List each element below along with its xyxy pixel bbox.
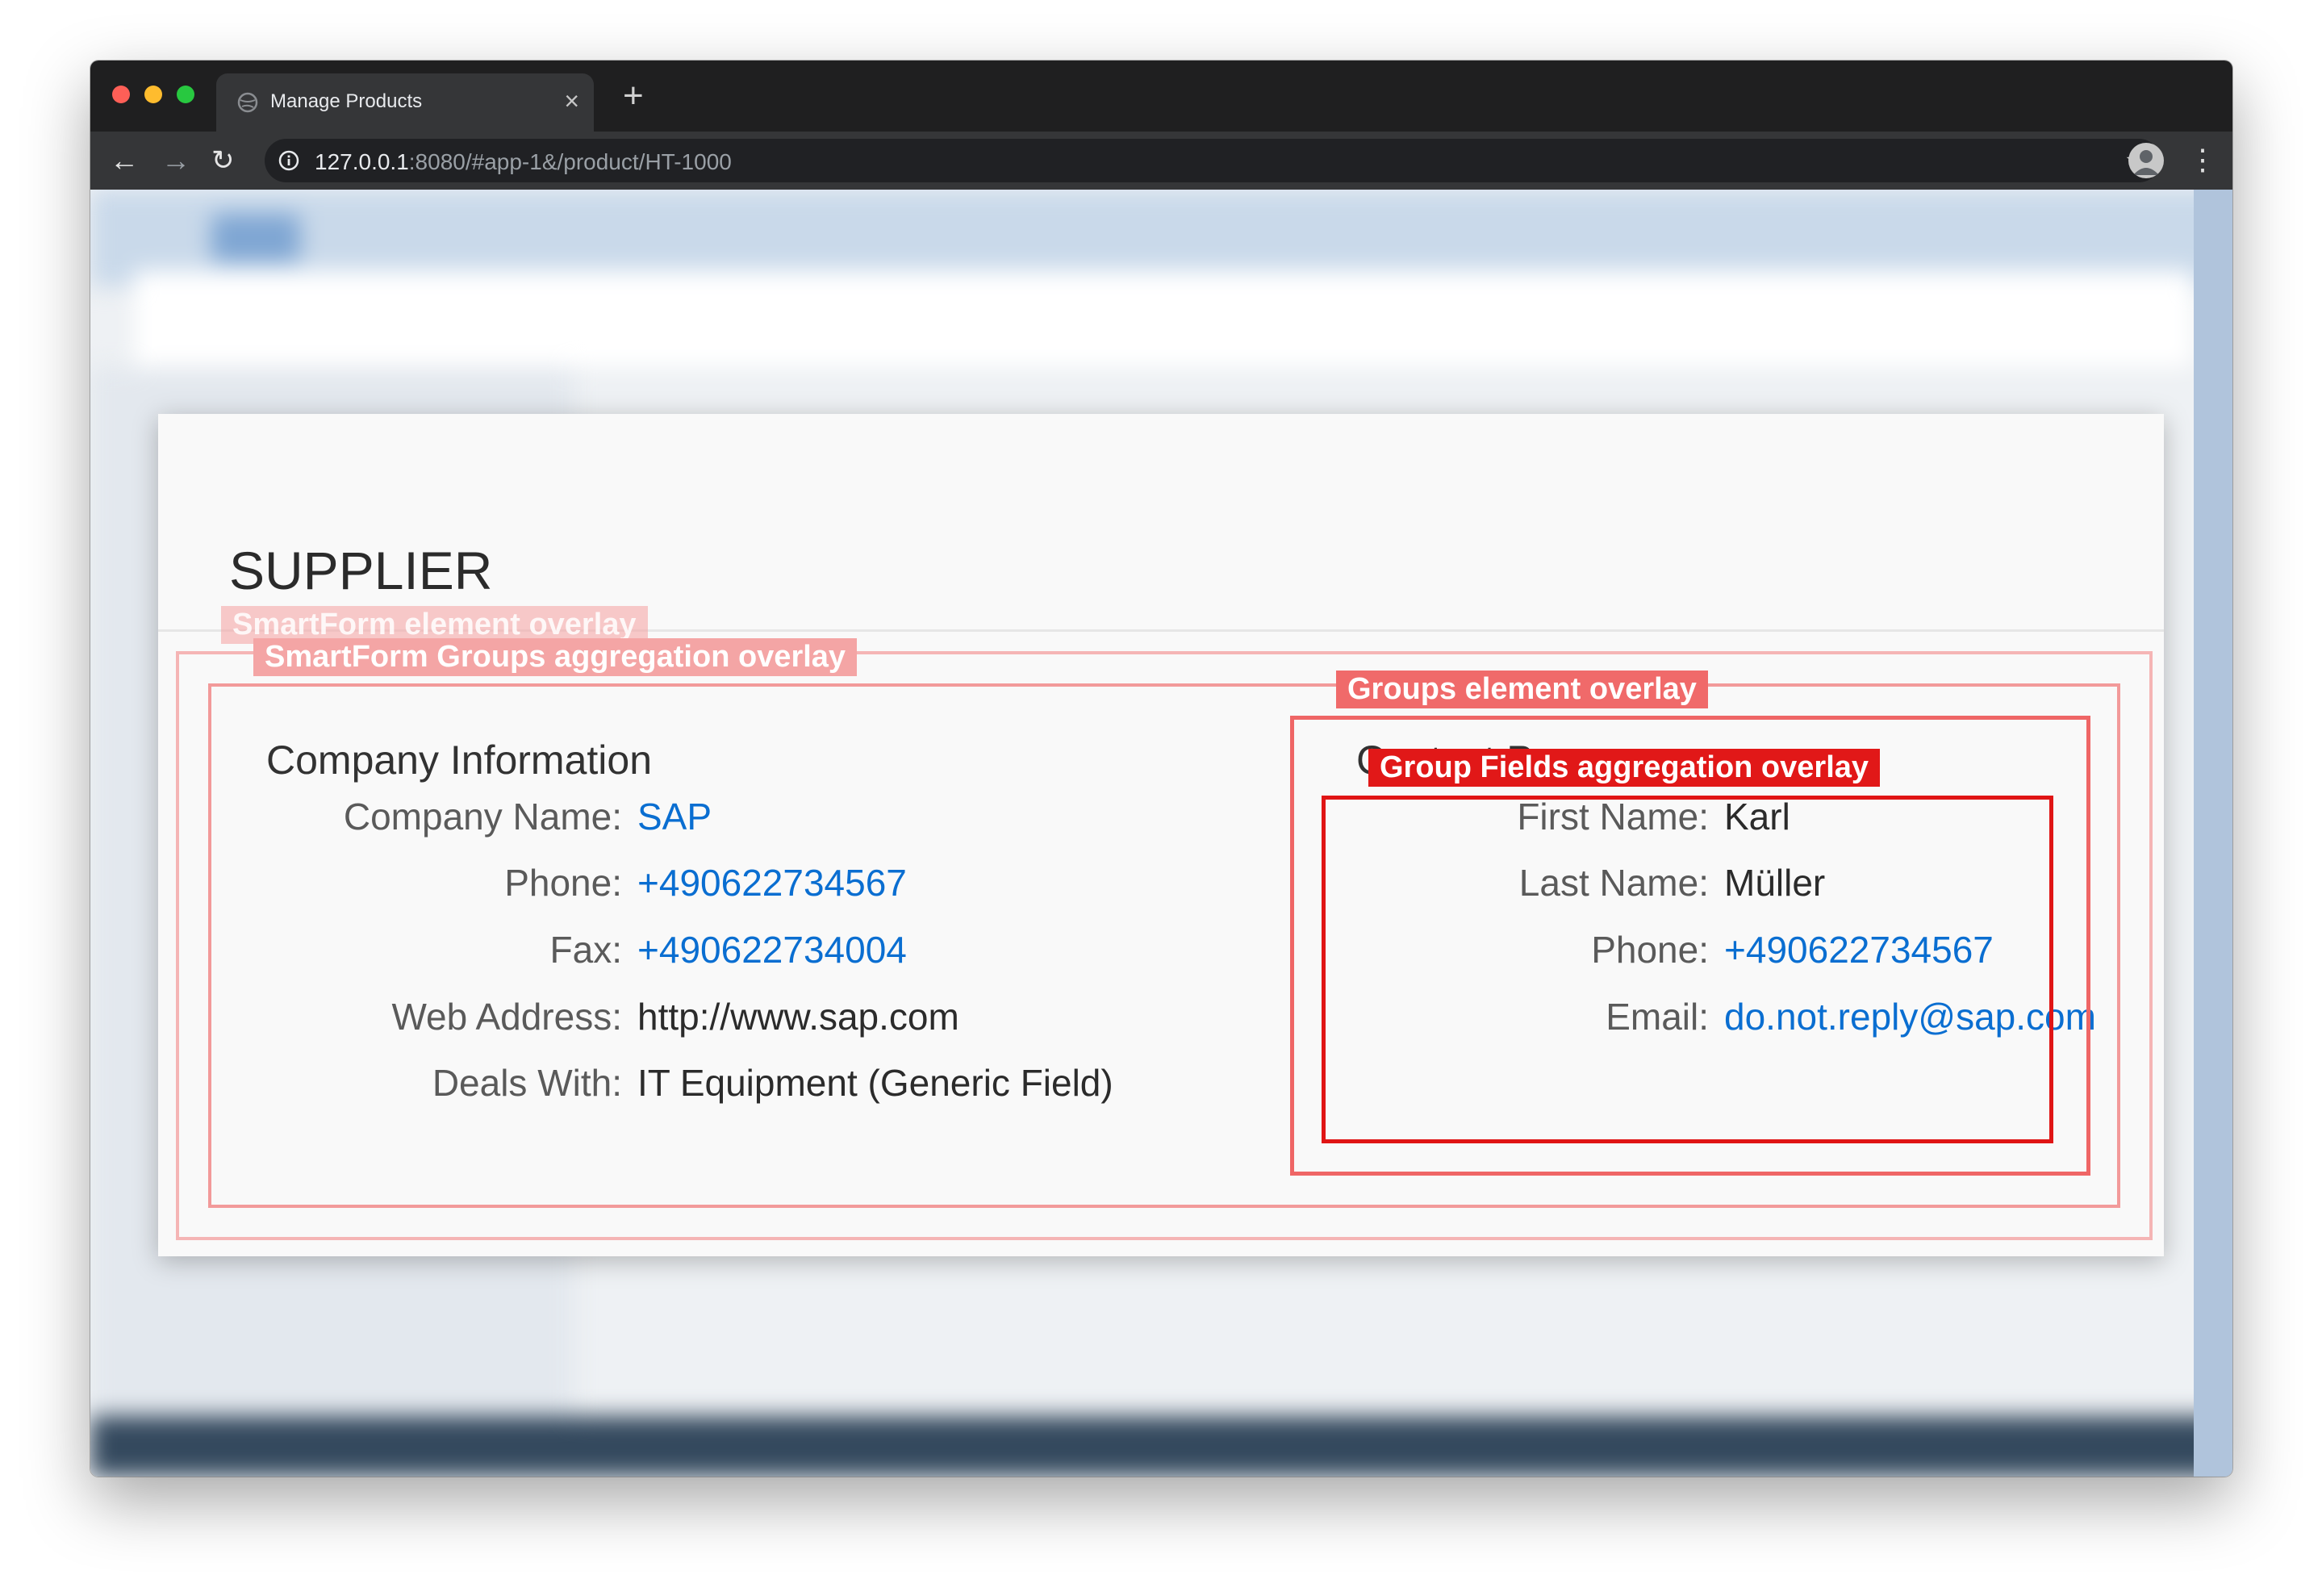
maximize-window-button[interactable] [177, 86, 194, 103]
browser-window: Manage Products × + ← → ↻ 127.0.0.1:8080… [90, 61, 2232, 1477]
footer-bar [90, 1416, 2232, 1477]
address-bar[interactable]: 127.0.0.1:8080/#app-1&/product/HT-1000 ☆ [265, 139, 2161, 182]
person-icon [2133, 150, 2159, 175]
close-tab-icon[interactable]: × [564, 85, 579, 117]
url-host: 127.0.0.1 [315, 149, 409, 174]
browser-toolbar: ← → ↻ 127.0.0.1:8080/#app-1&/product/HT-… [90, 132, 2232, 190]
browser-menu-icon[interactable]: ⋮ [2188, 140, 2217, 180]
info-icon[interactable] [278, 149, 300, 172]
scrollbar[interactable] [2194, 190, 2232, 1477]
header-strip [135, 270, 2192, 367]
minimize-window-button[interactable] [144, 86, 162, 103]
groups-element-overlay-label: Groups element overlay [1336, 671, 1708, 708]
sap-logo [211, 214, 300, 262]
smartform-groups-overlay-label: SmartForm Groups aggregation overlay [253, 638, 858, 676]
url-text: 127.0.0.1:8080/#app-1&/product/HT-1000 [315, 149, 732, 175]
reload-button[interactable]: ↻ [211, 143, 235, 178]
page-content: SUPPLIER Company Information Company Nam… [90, 190, 2232, 1477]
new-tab-button[interactable]: + [623, 77, 644, 115]
group-fields-overlay[interactable] [1322, 796, 2053, 1143]
forward-button[interactable]: → [161, 143, 190, 178]
profile-avatar-icon[interactable] [2128, 143, 2164, 178]
tab-title: Manage Products [270, 90, 423, 112]
back-button[interactable]: ← [110, 143, 139, 178]
supplier-panel: SUPPLIER Company Information Company Nam… [158, 414, 2164, 1256]
globe-icon [237, 92, 258, 113]
group-fields-overlay-label: Group Fields aggregation overlay [1368, 749, 1881, 787]
section-title: SUPPLIER [229, 541, 493, 600]
close-window-button[interactable] [112, 86, 130, 103]
tab-bar: Manage Products × + [90, 61, 2232, 132]
url-path: :8080/#app-1&/product/HT-1000 [408, 149, 732, 174]
browser-tab[interactable]: Manage Products × [216, 73, 594, 132]
